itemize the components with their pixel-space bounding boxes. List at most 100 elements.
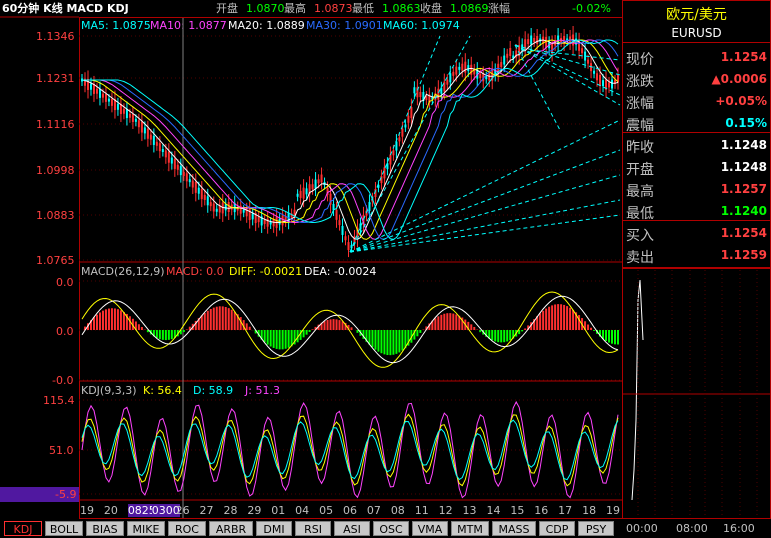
candle-body xyxy=(458,66,461,70)
tab-cdp[interactable]: CDP xyxy=(539,521,575,536)
candle-body xyxy=(296,193,299,197)
date-label: 19 xyxy=(606,504,620,517)
date-label: 16 xyxy=(534,504,549,517)
macd-bar xyxy=(302,330,305,338)
candle-body xyxy=(485,76,488,80)
candle-body xyxy=(533,38,536,42)
quote-row-label: 震幅 xyxy=(626,118,654,134)
macd-bar xyxy=(503,330,506,343)
quote-row-label: 买入 xyxy=(626,228,654,244)
macd-bar xyxy=(473,326,476,330)
date-label: 28 xyxy=(223,504,238,517)
macd-bar xyxy=(356,330,359,333)
quote-row: 涨跌 ▲0.0006 xyxy=(624,68,769,90)
candle-body xyxy=(599,74,602,86)
tab-psy[interactable]: PSY xyxy=(578,521,614,536)
macd-bar xyxy=(284,330,287,349)
candle-body xyxy=(197,187,200,194)
tab-boll[interactable]: BOLL xyxy=(45,521,83,536)
tab-vma[interactable]: VMA xyxy=(412,521,448,536)
candle-body xyxy=(392,150,395,156)
quote-row: 卖出 1.1259 xyxy=(624,244,769,266)
macd-bar xyxy=(155,330,158,338)
macd-bar xyxy=(335,319,338,330)
macd-bar xyxy=(437,316,440,330)
tab-arbr[interactable]: ARBR xyxy=(209,521,253,536)
macd-bar xyxy=(470,324,473,330)
macd-bar xyxy=(617,330,619,345)
candle-body xyxy=(155,141,158,146)
fan-line xyxy=(349,119,621,253)
macd-bar xyxy=(542,310,545,330)
candle-body xyxy=(407,115,410,123)
ma-line xyxy=(82,39,619,240)
candle-body xyxy=(413,87,416,94)
quote-row: 涨幅 +0.05% xyxy=(624,90,769,112)
tab-dmi[interactable]: DMI xyxy=(256,521,292,536)
candle-body xyxy=(395,141,398,151)
macd-bar xyxy=(614,330,617,345)
candle-body xyxy=(170,157,173,164)
macd-bar xyxy=(500,330,503,343)
candle-body xyxy=(467,65,470,72)
macd-bar xyxy=(572,309,575,330)
candle-body xyxy=(410,107,413,119)
mini-axis-label: 16:00 xyxy=(723,522,755,535)
tab-mass[interactable]: MASS xyxy=(492,521,536,536)
tab-mtm[interactable]: MTM xyxy=(451,521,489,536)
macd-bar xyxy=(560,304,563,330)
candle-body xyxy=(98,88,101,98)
tab-asi[interactable]: ASI xyxy=(334,521,370,536)
date-label: 07 xyxy=(366,504,381,517)
candle-body xyxy=(194,181,197,193)
quote-row: 震幅 0.15% xyxy=(624,112,769,134)
candle-body xyxy=(398,137,401,142)
candle-body xyxy=(305,188,308,195)
candle-body xyxy=(182,171,185,176)
macd-bar xyxy=(548,306,551,330)
macd-bar xyxy=(593,330,596,331)
macd-bar xyxy=(368,330,371,345)
macd-bar xyxy=(545,308,548,330)
tab-roc[interactable]: ROC xyxy=(168,521,206,536)
date-label: 14 xyxy=(486,504,501,517)
macd-bar xyxy=(392,330,395,355)
candle-body xyxy=(488,73,491,81)
macd-bar xyxy=(113,308,116,330)
macd-bar xyxy=(311,329,314,330)
indicator-tabs: KDJ BOLL BIAS MIKE ROC ARBR DMI RSI ASI OSC VMA MTM… xyxy=(0,519,622,538)
mini-axis-label: 00:00 xyxy=(626,522,658,535)
candle-body xyxy=(134,118,137,122)
candle-body xyxy=(611,79,614,89)
candle-body xyxy=(446,79,449,85)
macd-bar xyxy=(116,309,119,330)
date-label: 15 xyxy=(510,504,525,517)
tab-bias[interactable]: BIAS xyxy=(86,521,124,536)
candle-body xyxy=(251,213,254,220)
candle-body xyxy=(587,59,590,64)
candle-body xyxy=(314,179,317,189)
macd-bar xyxy=(281,330,284,350)
macd-bar xyxy=(590,327,593,330)
candle-body xyxy=(299,190,302,198)
quote-row: 昨收 1.1248 xyxy=(624,134,769,156)
candle-body xyxy=(95,88,98,94)
tab-mike[interactable]: MIKE xyxy=(127,521,165,536)
candle-body xyxy=(500,62,503,68)
macd-bar xyxy=(332,319,335,330)
fan-line xyxy=(349,35,471,253)
tab-kdj[interactable]: KDJ xyxy=(4,521,42,536)
candle-body xyxy=(317,179,320,184)
candle-body xyxy=(89,83,92,90)
tab-rsi[interactable]: RSI xyxy=(295,521,331,536)
macd-bar xyxy=(275,330,278,349)
candle-body xyxy=(509,47,512,56)
candle-body xyxy=(506,53,509,58)
tab-osc[interactable]: OSC xyxy=(373,521,409,536)
macd-bar xyxy=(170,330,173,340)
candle-body xyxy=(608,82,611,88)
quote-row-label: 涨幅 xyxy=(626,96,654,112)
macd-bar xyxy=(380,330,383,354)
macd-bar xyxy=(209,308,212,330)
candle-body xyxy=(212,203,215,212)
